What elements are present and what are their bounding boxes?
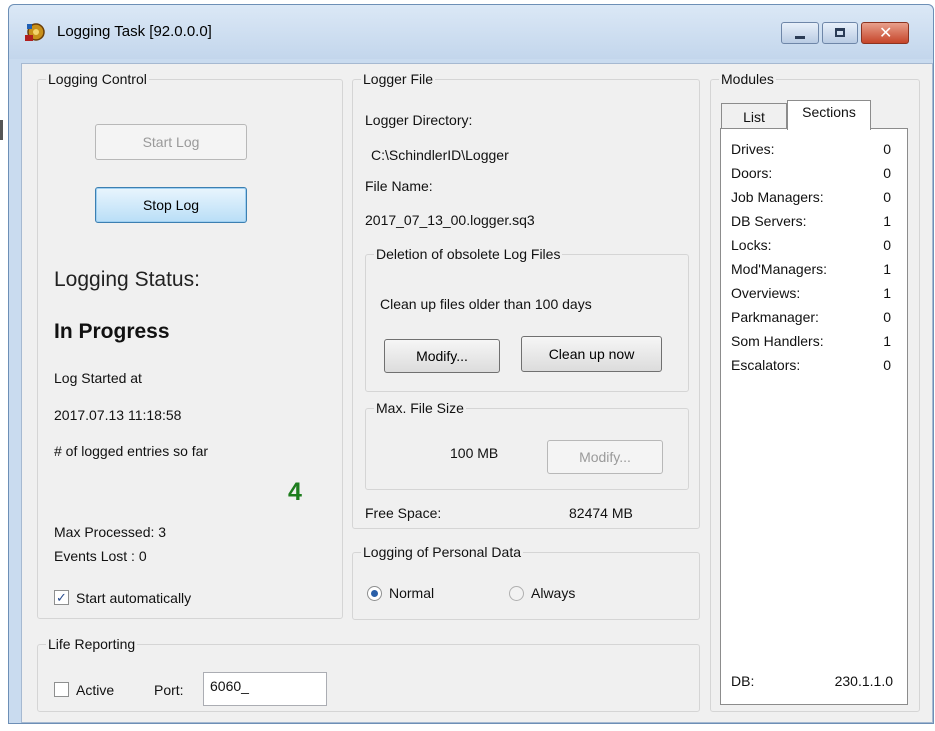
module-count: 0 — [883, 141, 891, 157]
radio-selected-dot — [371, 590, 378, 597]
module-name: Som Handlers: — [731, 333, 824, 349]
start-log-button[interactable]: Start Log — [95, 124, 247, 160]
always-radio[interactable] — [509, 586, 524, 601]
clean-up-now-button[interactable]: Clean up now — [521, 336, 662, 372]
life-reporting-legend: Life Reporting — [46, 636, 138, 652]
module-count: 0 — [883, 357, 891, 373]
personal-data-group: Logging of Personal Data Normal Always — [352, 544, 700, 620]
stop-log-button[interactable]: Stop Log — [95, 187, 247, 223]
module-name: Overviews: — [731, 285, 801, 301]
personal-data-legend: Logging of Personal Data — [361, 544, 523, 560]
start-automatically-label[interactable]: Start automatically — [76, 590, 191, 606]
module-count: 0 — [883, 237, 891, 253]
close-icon: ✕ — [879, 25, 893, 42]
logging-status-value: In Progress — [54, 320, 170, 343]
app-icon — [25, 23, 45, 41]
cleanup-description: Clean up files older than 100 days — [380, 296, 592, 312]
normal-radio[interactable] — [367, 586, 382, 601]
logging-control-legend: Logging Control — [46, 71, 149, 87]
max-file-size-value: 100 MB — [450, 445, 499, 461]
module-name: Drives: — [731, 141, 775, 157]
port-label: Port: — [154, 682, 184, 698]
max-file-size-group: Max. File Size 100 MB Modify... — [365, 400, 689, 490]
module-name: Mod'Managers: — [731, 261, 828, 277]
active-label[interactable]: Active — [76, 682, 114, 698]
active-checkbox[interactable] — [54, 682, 69, 697]
background-edge — [0, 120, 3, 140]
file-name-value: 2017_07_13_00.logger.sq3 — [365, 212, 535, 228]
deletion-modify-button[interactable]: Modify... — [384, 339, 500, 373]
checkmark-icon: ✓ — [56, 590, 67, 605]
module-name: Parkmanager: — [731, 309, 819, 325]
logging-status-label: Logging Status: — [54, 268, 200, 291]
module-count: 0 — [883, 309, 891, 325]
logger-file-legend: Logger File — [361, 71, 436, 87]
deletion-group: Deletion of obsolete Log Files Clean up … — [365, 246, 689, 392]
module-count: 0 — [883, 165, 891, 181]
title-bar[interactable]: Logging Task [92.0.0.0] ✕ — [9, 5, 933, 59]
module-name: Job Managers: — [731, 189, 824, 205]
max-file-size-legend: Max. File Size — [374, 400, 466, 416]
logged-entries-label: # of logged entries so far — [54, 443, 209, 459]
db-version: 230.1.1.0 — [834, 673, 893, 689]
max-file-size-modify-button[interactable]: Modify... — [547, 440, 663, 474]
modules-legend: Modules — [719, 71, 776, 87]
normal-radio-label[interactable]: Normal — [389, 585, 434, 601]
logger-directory-label: Logger Directory: — [365, 112, 473, 128]
module-count: 1 — [883, 213, 891, 229]
client-area: Logging Control Start Log Stop Log Loggi… — [21, 63, 933, 723]
close-button[interactable]: ✕ — [861, 22, 909, 44]
logging-control-group: Logging Control Start Log Stop Log Loggi… — [37, 71, 343, 619]
logged-entries-count: 4 — [288, 478, 302, 506]
window-title: Logging Task [92.0.0.0] — [57, 23, 212, 40]
module-name: Locks: — [731, 237, 772, 253]
always-radio-label[interactable]: Always — [531, 585, 575, 601]
sections-panel: Drives: 0 Doors: 0 Job Managers: 0 DB Servers:… — [720, 128, 908, 705]
free-space-label: Free Space: — [365, 505, 442, 521]
minimize-button[interactable] — [781, 22, 819, 44]
module-count: 0 — [883, 189, 891, 205]
tab-list[interactable]: List — [721, 103, 787, 129]
module-count: 1 — [883, 285, 891, 301]
deletion-legend: Deletion of obsolete Log Files — [374, 246, 563, 262]
module-name: Escalators: — [731, 357, 801, 373]
module-count: 1 — [883, 333, 891, 349]
tab-sections[interactable]: Sections — [787, 100, 871, 130]
db-label: DB: — [731, 673, 755, 689]
start-automatically-checkbox[interactable]: ✓ — [54, 590, 69, 605]
module-name: Doors: — [731, 165, 773, 181]
events-lost-text: Events Lost : 0 — [54, 548, 147, 564]
logger-directory-value: C:\SchindlerID\Logger — [371, 147, 509, 163]
maximize-icon — [835, 28, 845, 37]
port-input[interactable]: 6060_ — [203, 672, 327, 706]
file-name-label: File Name: — [365, 178, 433, 194]
log-started-label: Log Started at — [54, 370, 142, 386]
module-count: 1 — [883, 261, 891, 277]
life-reporting-group: Life Reporting Active Port: 6060_ — [37, 636, 700, 712]
logger-file-group: Logger File Logger Directory: C:\Schindl… — [352, 71, 700, 529]
log-started-value: 2017.07.13 11:18:58 — [54, 407, 182, 423]
maximize-button[interactable] — [822, 22, 858, 44]
max-processed-text: Max Processed: 3 — [54, 524, 167, 540]
module-name: DB Servers: — [731, 213, 807, 229]
logging-task-window: Logging Task [92.0.0.0] ✕ Logging Contro… — [8, 4, 934, 724]
minimize-icon — [795, 36, 805, 39]
modules-group: Modules List Sections Drives: 0 Doors: 0 Job… — [710, 71, 920, 712]
free-space-value: 82474 MB — [569, 505, 633, 521]
